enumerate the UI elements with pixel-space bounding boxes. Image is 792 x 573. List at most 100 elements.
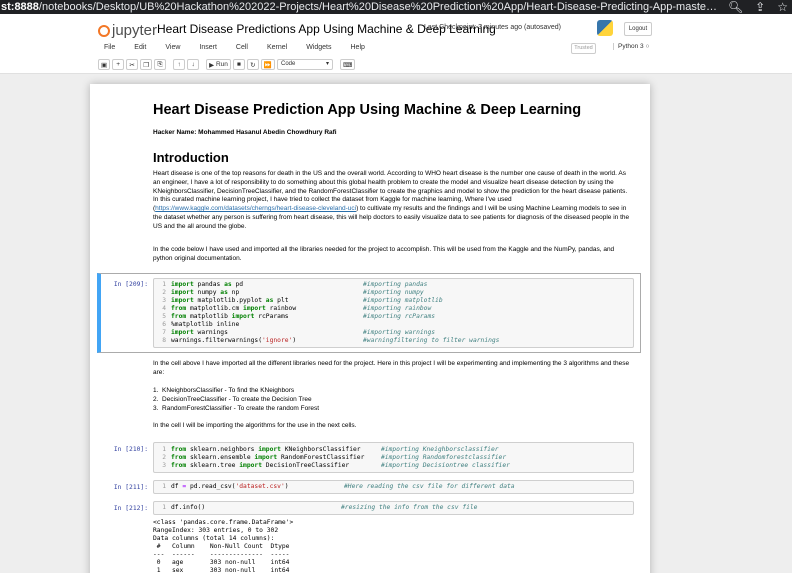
menu-edit[interactable]: Edit: [134, 44, 146, 51]
menu-widgets[interactable]: Widgets: [306, 44, 331, 51]
save-button[interactable]: ▣: [98, 59, 111, 70]
code-line[interactable]: 7 import warnings #importing warnings: [154, 329, 633, 337]
code-line[interactable]: 8 warnings.filterwarnings('ignore') #warni…: [154, 337, 633, 345]
checkpoint-text: Last Checkpoint: 3 minutes ago: [424, 24, 523, 31]
code-token: from: [171, 305, 187, 312]
code-token: matplotlib.pyplot: [193, 297, 266, 304]
arrow-up-icon: ↑: [177, 61, 181, 68]
run-label: Run: [215, 61, 228, 68]
line-number: 6: [162, 321, 166, 328]
code-token: warnings.filterwarnings(: [171, 337, 262, 344]
menu-file[interactable]: File: [104, 44, 115, 51]
arrow-down-icon: ↓: [191, 61, 195, 68]
dataset-link[interactable]: https://www.kaggle.com/datasets/cherngs/…: [155, 205, 356, 212]
code-token: np: [227, 289, 240, 296]
kernel-indicator[interactable]: Python 3 ○: [613, 43, 649, 50]
jupyter-logo[interactable]: jupyter: [98, 22, 157, 39]
url-path: /notebooks/Desktop/UB%20Hackathon%202022…: [38, 1, 718, 13]
logout-button[interactable]: Logout: [624, 22, 652, 36]
code-token: from: [171, 313, 187, 320]
jupyter-header: jupyter Heart Disease Predictions App Us…: [0, 14, 792, 74]
cell-prompt: In [209]:: [113, 281, 148, 288]
output-line: 0 age 303 non-null int64: [153, 559, 290, 566]
notebook-toolbar: ▣ + ✂ ❐ ⎘ ↑ ↓ ▶ Run ■ ↻ ⏩ Code ▾ ⌨: [98, 59, 356, 70]
code-comment: #warningfiltering to filter warnings: [363, 337, 500, 344]
code-comment: #importing warnings: [363, 329, 436, 336]
code-token: rcParams: [254, 313, 289, 320]
notebook-page: Heart Disease Prediction App Using Machi…: [90, 84, 650, 573]
code-line[interactable]: 1 from sklearn.neighbors import KNeighbor…: [154, 446, 633, 454]
restart-button[interactable]: ↻: [246, 59, 259, 70]
line-number: 4: [162, 305, 166, 312]
line-number: 8: [162, 337, 166, 344]
code-line[interactable]: 1 import pandas as pd #importing pandas: [154, 281, 633, 289]
output-line: --- ------ -------------- -----: [153, 551, 290, 558]
code-token: import: [254, 454, 278, 461]
code-editor[interactable]: 1 from sklearn.neighbors import KNeighbor…: [153, 442, 634, 473]
code-line[interactable]: 5 from matplotlib import rcParams #importi…: [154, 313, 633, 321]
cut-button[interactable]: ✂: [126, 59, 139, 70]
code-comment: #importing Decisiontree classifier: [381, 462, 510, 469]
url-host: st:8888: [1, 1, 39, 13]
checkpoint-status: Last Checkpoint: 3 minutes ago (autosave…: [424, 24, 561, 31]
cell-type-value: Code: [281, 61, 296, 67]
code-token: sklearn.ensemble: [186, 454, 255, 461]
run-button[interactable]: ▶ Run: [206, 59, 231, 70]
insert-cell-button[interactable]: +: [112, 59, 125, 70]
code-token: ): [284, 483, 289, 490]
fast-forward-icon: ⏩: [263, 61, 272, 69]
code-token: pd.read_csv(: [186, 483, 236, 490]
code-token: numpy: [193, 289, 221, 296]
menu-view[interactable]: View: [165, 44, 180, 51]
code-comment: #Here reading the csv file for different…: [344, 483, 515, 490]
code-token: %matplotlib inline: [171, 321, 240, 328]
menu-kernel[interactable]: Kernel: [267, 44, 287, 51]
paste-button[interactable]: ⎘: [154, 59, 167, 70]
paste-icon: ⎘: [157, 60, 163, 68]
cell-type-select[interactable]: Code ▾: [277, 59, 333, 70]
zoom-icon[interactable]: 🔍︎: [728, 0, 743, 14]
move-up-button[interactable]: ↑: [173, 59, 186, 70]
browser-url-bar[interactable]: st:8888/notebooks/Desktop/UB%20Hackathon…: [0, 0, 792, 14]
code-token: from: [171, 446, 187, 453]
code-line[interactable]: 2 import numpy as np #importing numpy: [154, 289, 633, 297]
line-number: 5: [162, 313, 166, 320]
url-text[interactable]: st:8888/notebooks/Desktop/UB%20Hackathon…: [0, 0, 718, 14]
code-editor[interactable]: 1 import pandas as pd #importing pandas 2 im…: [153, 278, 634, 348]
code-line[interactable]: 2 from sklearn.ensemble import RandomFore…: [154, 454, 633, 462]
menu-insert[interactable]: Insert: [199, 44, 217, 51]
code-comment: #importing Randomforestclassifier: [381, 454, 507, 461]
line-number: 2: [162, 289, 166, 296]
code-line[interactable]: 1 df.info() #resizing the info from the cs…: [154, 504, 633, 512]
code-token: rainbow: [265, 305, 297, 312]
code-token: sklearn.tree: [186, 462, 240, 469]
code-editor[interactable]: 1 df.info() #resizing the info from the cs…: [153, 501, 634, 515]
code-line[interactable]: 1 df = pd.read_csv('dataset.csv') #Here re…: [154, 483, 633, 491]
code-token: matplotlib.cm: [186, 305, 244, 312]
code-comment: #importing numpy: [363, 289, 424, 296]
restart-run-all-button[interactable]: ⏩: [260, 59, 275, 70]
move-down-button[interactable]: ↓: [187, 59, 200, 70]
code-line[interactable]: 6 %matplotlib inline: [154, 321, 633, 329]
line-number: 1: [162, 281, 166, 288]
save-icon: ▣: [101, 61, 108, 69]
list-item: 2. DecisionTreeClassifier - To create th…: [153, 396, 312, 403]
code-token: import: [231, 313, 255, 320]
trusted-indicator[interactable]: Trusted: [571, 43, 596, 54]
code-editor[interactable]: 1 df = pd.read_csv('dataset.csv') #Here re…: [153, 480, 634, 494]
bookmark-star-icon[interactable]: ☆: [777, 0, 788, 14]
line-number: 1: [162, 504, 166, 511]
share-icon[interactable]: ⇪: [755, 0, 765, 14]
code-token: matplotlib: [186, 313, 232, 320]
code-line[interactable]: 3 from sklearn.tree import DecisionTreeCl…: [154, 462, 633, 470]
interrupt-button[interactable]: ■: [232, 59, 245, 70]
copy-button[interactable]: ❐: [140, 59, 153, 70]
menu-help[interactable]: Help: [351, 44, 365, 51]
code-line[interactable]: 3 import matplotlib.pyplot as plt #importi…: [154, 297, 633, 305]
command-palette-button[interactable]: ⌨: [340, 59, 356, 70]
algorithms-list: 1. KNeighborsClassifier - To find the KN…: [153, 386, 319, 413]
code-token: df: [171, 483, 183, 490]
menu-cell[interactable]: Cell: [236, 44, 248, 51]
code-line[interactable]: 4 from matplotlib.cm import rainbow #impor…: [154, 305, 633, 313]
cell-prompt: In [212]:: [113, 505, 148, 512]
